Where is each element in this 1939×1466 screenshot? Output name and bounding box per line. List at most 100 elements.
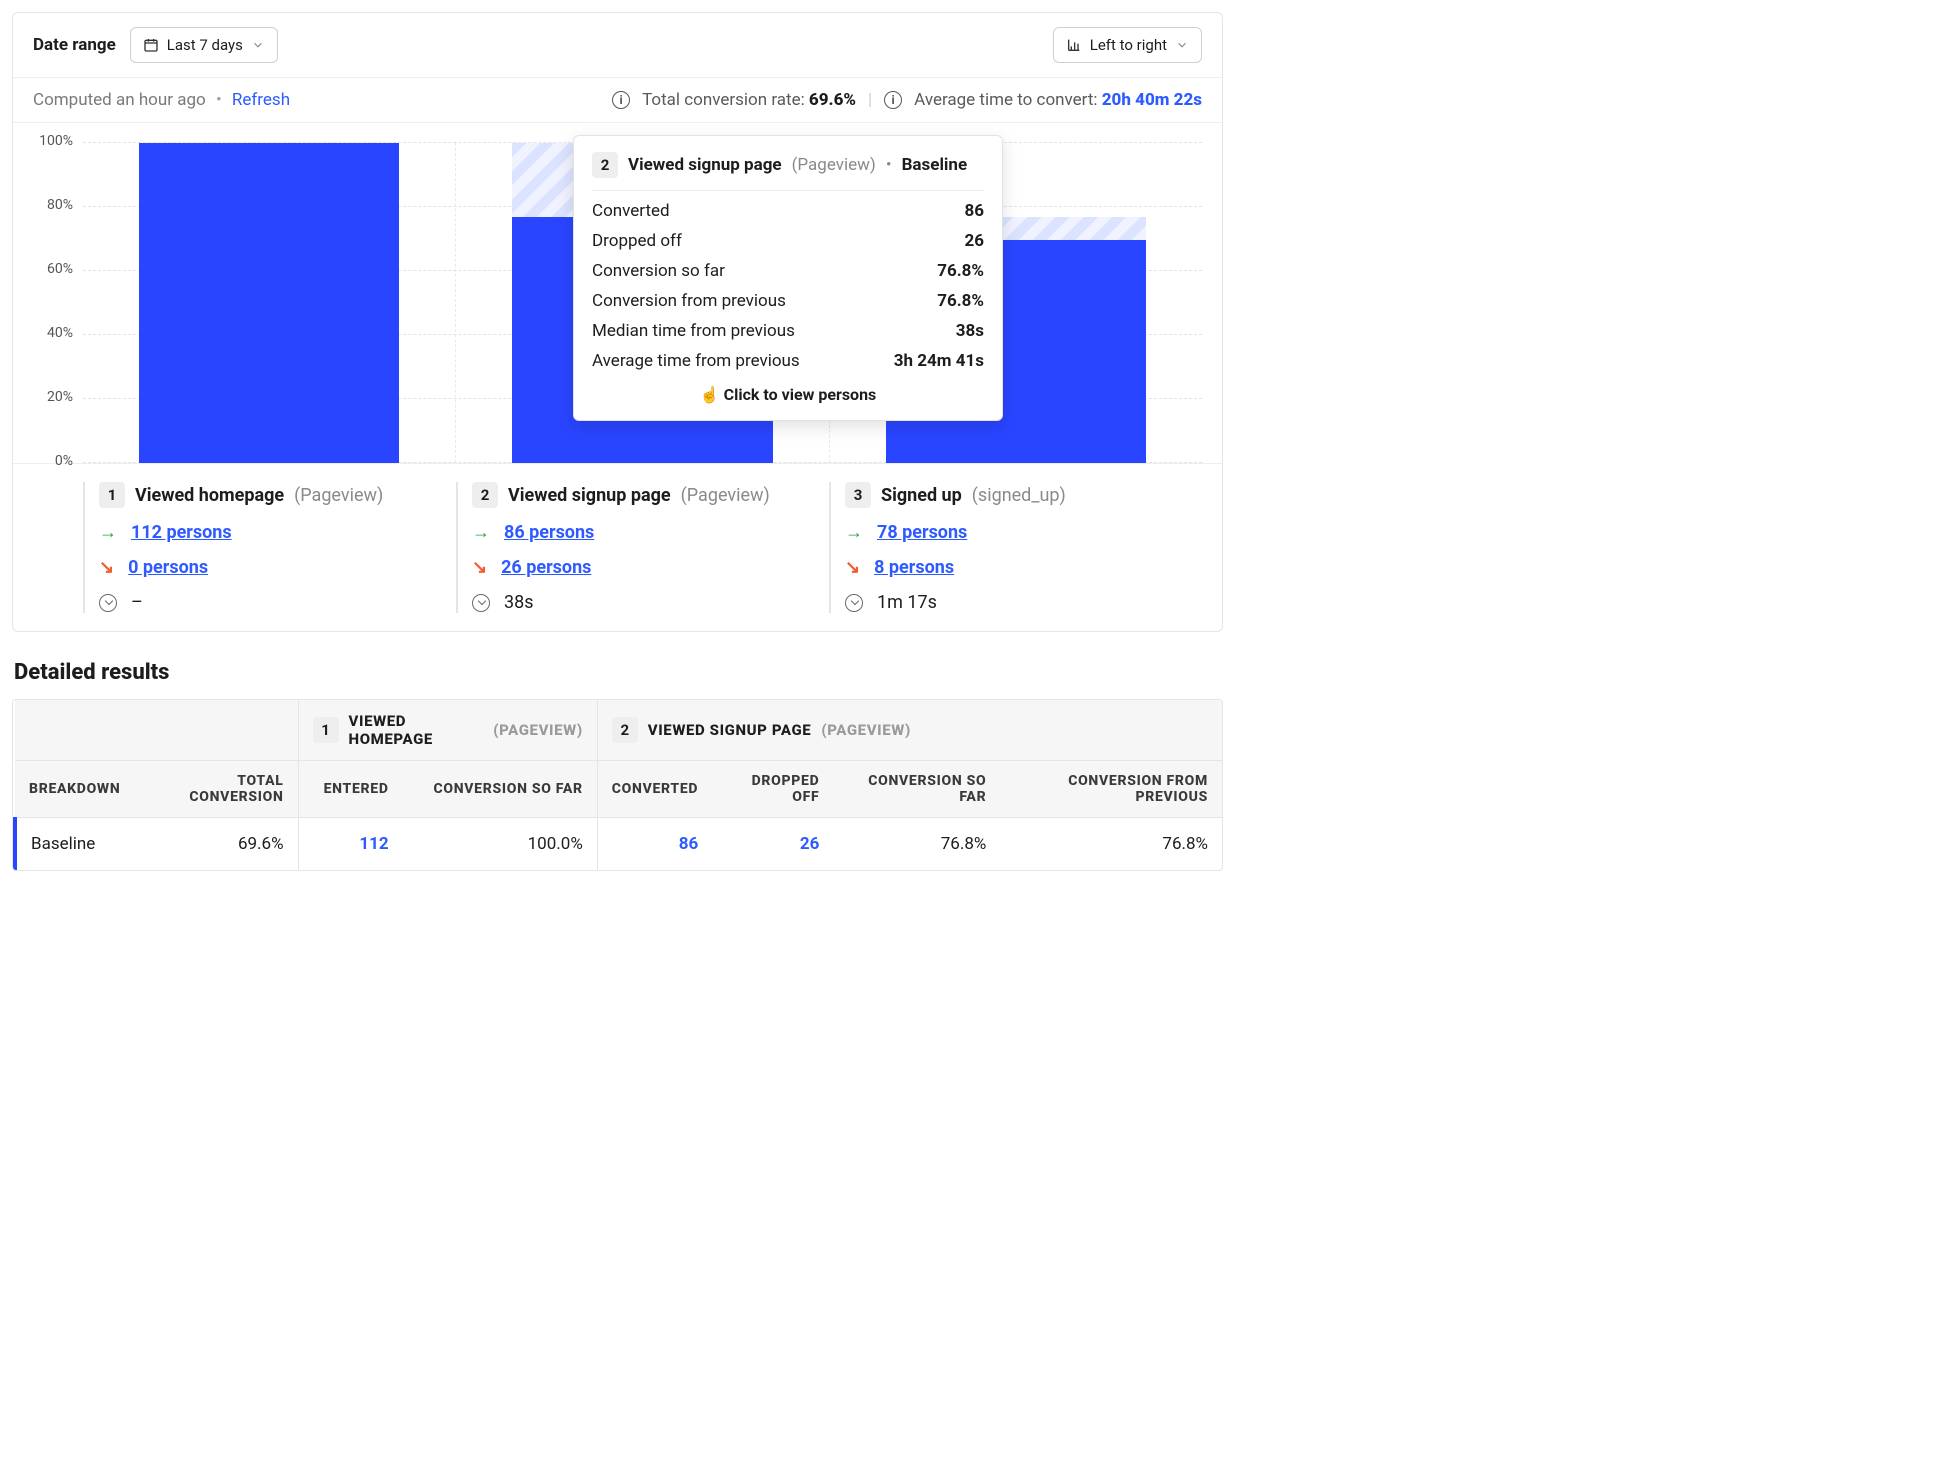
- col-conv-prev[interactable]: CONVERSION FROM PREVIOUS: [1000, 761, 1222, 818]
- click-icon: ☝: [700, 385, 720, 404]
- computed-text: Computed an hour ago: [33, 90, 206, 110]
- clock-icon: [472, 594, 490, 612]
- cell-conv-so-far: 76.8%: [833, 818, 1000, 871]
- step-type: (signed_up): [972, 485, 1066, 506]
- step-persons-link[interactable]: 112 persons: [131, 522, 232, 543]
- step-dropped-link[interactable]: 0 persons: [128, 557, 208, 578]
- refresh-link[interactable]: Refresh: [232, 90, 290, 110]
- date-range-value: Last 7 days: [167, 36, 243, 54]
- tooltip-row-val: 76.8%: [937, 261, 984, 281]
- step-number: 2: [472, 482, 498, 508]
- info-icon[interactable]: i: [884, 91, 902, 109]
- table-row[interactable]: Baseline 69.6% 112 100.0% 86 26 76.8% 76…: [15, 818, 1222, 871]
- col-dropped[interactable]: DROPPED OFF: [712, 761, 833, 818]
- arrow-right-icon: →: [99, 522, 117, 543]
- tooltip-step-number: 2: [592, 152, 618, 178]
- conversion-metrics: i Total conversion rate: 69.6% | i Avera…: [612, 90, 1202, 110]
- funnel-panel: Date range Last 7 days Left to right: [12, 12, 1223, 632]
- y-tick: 20%: [27, 389, 73, 405]
- arrow-right-icon: →: [845, 522, 863, 543]
- arrow-dropoff-icon: ↘: [845, 557, 860, 578]
- cell-dropped[interactable]: 26: [800, 834, 820, 854]
- y-tick: 60%: [27, 261, 73, 277]
- tooltip-row-val: 3h 24m 41s: [894, 351, 984, 371]
- date-range-dropdown[interactable]: Last 7 days: [130, 27, 278, 63]
- group-type: (PAGEVIEW): [493, 721, 583, 739]
- tooltip-cta[interactable]: ☝ Click to view persons: [592, 371, 984, 404]
- calendar-icon: [143, 37, 159, 53]
- bar-chart-icon: [1066, 37, 1082, 53]
- col-breakdown[interactable]: BREAKDOWN: [15, 761, 134, 818]
- tooltip-title: Viewed signup page: [628, 155, 782, 175]
- separator-dot: •: [210, 90, 228, 110]
- tooltip-row-key: Conversion so far: [592, 261, 725, 281]
- arrow-dropoff-icon: ↘: [99, 557, 114, 578]
- step-persons-link[interactable]: 86 persons: [504, 522, 594, 543]
- cell-converted[interactable]: 86: [679, 834, 699, 854]
- cell-conv-prev: 76.8%: [1000, 818, 1222, 871]
- tooltip-row-key: Median time from previous: [592, 321, 795, 341]
- funnel-bar-1[interactable]: [139, 143, 400, 463]
- step-dropped-link[interactable]: 26 persons: [501, 557, 591, 578]
- group-type: (PAGEVIEW): [821, 721, 911, 739]
- orientation-value: Left to right: [1090, 36, 1167, 54]
- chevron-down-icon: [251, 38, 265, 52]
- step-name: Viewed signup page: [508, 485, 671, 506]
- funnel-step-2: 2 Viewed signup page (Pageview) → 86 per…: [456, 482, 829, 613]
- step-name: Viewed homepage: [135, 485, 284, 506]
- y-tick: 0%: [27, 453, 73, 469]
- clock-icon: [845, 594, 863, 612]
- col-total-conversion[interactable]: TOTAL CONVERSION: [134, 761, 298, 818]
- tooltip-row-val: 26: [964, 231, 984, 251]
- total-conversion-label: Total conversion rate:: [642, 90, 805, 110]
- group-name: VIEWED HOMEPAGE: [349, 712, 484, 748]
- detailed-results-table: 1 VIEWED HOMEPAGE (PAGEVIEW) 2 VIEWED SI…: [12, 699, 1223, 871]
- step-number: 3: [845, 482, 871, 508]
- tooltip-type: (Pageview): [792, 155, 876, 175]
- col-entered[interactable]: ENTERED: [298, 761, 403, 818]
- group-name: VIEWED SIGNUP PAGE: [648, 721, 812, 739]
- cell-total: 69.6%: [134, 818, 298, 871]
- status-row: Computed an hour ago • Refresh i Total c…: [13, 77, 1222, 123]
- y-tick: 40%: [27, 325, 73, 341]
- tooltip-row-key: Average time from previous: [592, 351, 800, 371]
- step-persons-link[interactable]: 78 persons: [877, 522, 967, 543]
- funnel-steps: 1 Viewed homepage (Pageview) → 112 perso…: [13, 463, 1222, 631]
- top-bar: Date range Last 7 days Left to right: [13, 13, 1222, 77]
- tooltip-row-key: Conversion from previous: [592, 291, 786, 311]
- y-tick: 100%: [27, 133, 73, 149]
- tooltip-row-key: Dropped off: [592, 231, 682, 251]
- cell-entered[interactable]: 112: [359, 834, 388, 854]
- col-conv-so-far[interactable]: CONVERSION SO FAR: [833, 761, 1000, 818]
- computed-status: Computed an hour ago • Refresh: [33, 90, 290, 110]
- info-icon[interactable]: i: [612, 91, 630, 109]
- group-number: 1: [313, 717, 339, 743]
- date-range-label: Date range: [33, 35, 116, 55]
- chevron-down-icon: [1175, 38, 1189, 52]
- arrow-right-icon: →: [472, 522, 490, 543]
- col-converted[interactable]: CONVERTED: [597, 761, 712, 818]
- step-type: (Pageview): [294, 485, 383, 506]
- step-number: 1: [99, 482, 125, 508]
- orientation-dropdown[interactable]: Left to right: [1053, 27, 1202, 63]
- detailed-results-heading: Detailed results: [14, 660, 1223, 685]
- clock-icon: [99, 594, 117, 612]
- step-time: –: [131, 592, 143, 613]
- tooltip-row-val: 38s: [956, 321, 984, 341]
- avg-time-value: 20h 40m 22s: [1102, 90, 1202, 110]
- step-name: Signed up: [881, 485, 962, 506]
- step-dropped-link[interactable]: 8 persons: [874, 557, 954, 578]
- separator-dot: •: [886, 155, 892, 175]
- tooltip-row-key: Converted: [592, 201, 670, 221]
- col-conv-so-far[interactable]: CONVERSION SO FAR: [403, 761, 598, 818]
- cell-conv-so-far: 100.0%: [403, 818, 598, 871]
- tooltip-series: Baseline: [902, 155, 968, 175]
- funnel-step-1: 1 Viewed homepage (Pageview) → 112 perso…: [83, 482, 456, 613]
- arrow-dropoff-icon: ↘: [472, 557, 487, 578]
- step-type: (Pageview): [681, 485, 770, 506]
- avg-time-label: Average time to convert:: [914, 90, 1097, 110]
- tooltip-row-val: 76.8%: [937, 291, 984, 311]
- cell-breakdown: Baseline: [15, 818, 134, 871]
- step-time: 1m 17s: [877, 592, 937, 613]
- funnel-chart: 0% 20% 40% 60% 80% 100%: [13, 123, 1222, 463]
